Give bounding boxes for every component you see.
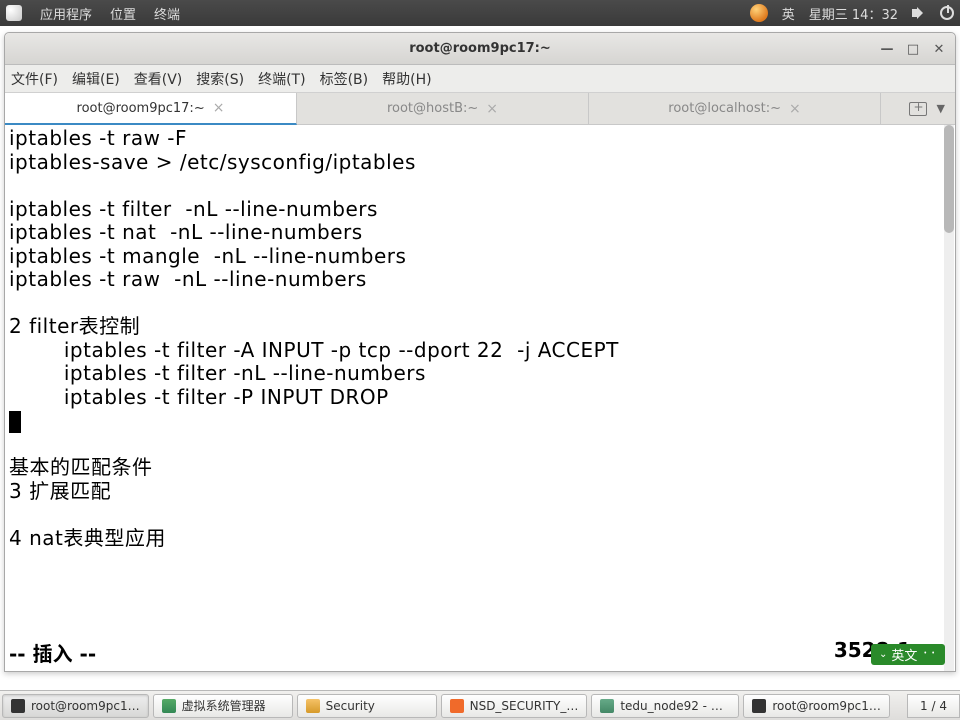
panel-menu-terminal[interactable]: 终端 <box>154 4 180 23</box>
menu-file[interactable]: 文件(F) <box>11 69 58 89</box>
ime-badge[interactable]: ⌄ 英文 ᛫᛫ <box>871 644 945 665</box>
vim-mode: -- 插入 -- <box>9 638 96 667</box>
tab-close-icon[interactable]: × <box>789 101 801 117</box>
tab-dropdown-icon[interactable]: ▼ <box>937 102 945 115</box>
taskbar-item-label: root@room9pc1… <box>772 699 881 713</box>
window-maximize-button[interactable]: □ <box>903 39 923 59</box>
terminal-viewport[interactable]: iptables -t raw -F iptables-save > /etc/… <box>5 125 955 671</box>
menu-view[interactable]: 查看(V) <box>134 69 183 89</box>
window-title: root@room9pc17:~ <box>409 41 551 56</box>
power-icon[interactable] <box>940 6 954 20</box>
tab-localhost[interactable]: root@localhost:~ × <box>589 93 881 124</box>
menu-terminal[interactable]: 终端(T) <box>258 69 305 89</box>
window-minimize-button[interactable]: — <box>877 39 897 59</box>
bottom-taskbar: root@room9pc1… 虚拟系统管理器 Security NSD_SECU… <box>0 690 960 720</box>
scrollbar-thumb[interactable] <box>944 125 954 233</box>
panel-menu-applications[interactable]: 应用程序 <box>40 4 92 23</box>
panel-menu-places[interactable]: 位置 <box>110 4 136 23</box>
notification-icon[interactable] <box>750 4 768 22</box>
cursor <box>9 411 21 433</box>
chevron-down-icon: ⌄ <box>879 649 887 660</box>
tab-close-icon[interactable]: × <box>213 100 225 116</box>
terminal-icon <box>752 699 766 713</box>
tab-close-icon[interactable]: × <box>486 101 498 117</box>
clock[interactable]: 星期三 14：32 <box>809 4 898 23</box>
taskbar-item-label: Security <box>326 699 375 713</box>
menu-help[interactable]: 帮助(H) <box>382 69 431 89</box>
terminal-text-upper: iptables -t raw -F iptables-save > /etc/… <box>9 126 619 409</box>
taskbar-item-label: root@room9pc1… <box>31 699 140 713</box>
volume-icon[interactable] <box>912 7 926 19</box>
taskbar-item-security-folder[interactable]: Security <box>297 694 437 718</box>
taskbar-item-terminal-1[interactable]: root@room9pc1… <box>2 694 149 718</box>
terminal-content[interactable]: iptables -t raw -F iptables-save > /etc/… <box>5 125 955 599</box>
wps-icon <box>450 699 464 713</box>
terminal-text-lower: 基本的匹配条件 3 扩展匹配 4 nat表典型应用 <box>9 455 166 550</box>
terminal-icon <box>11 699 25 713</box>
menu-search[interactable]: 搜索(S) <box>196 69 244 89</box>
workspace-indicator[interactable]: 1 / 4 <box>907 694 960 718</box>
gnome-logo-icon <box>6 5 22 21</box>
taskbar-item-qemu[interactable]: tedu_node92 - Q… <box>591 694 739 718</box>
vim-status-line: -- 插入 -- 3528,1 <box>5 638 955 671</box>
tab-label: root@hostB:~ <box>387 101 478 116</box>
terminal-window: root@room9pc17:~ — □ ✕ 文件(F) 编辑(E) 查看(V)… <box>4 32 956 672</box>
menu-tabs[interactable]: 标签(B) <box>320 69 369 89</box>
tab-label: root@room9pc17:~ <box>77 101 205 116</box>
taskbar-item-label: 虚拟系统管理器 <box>182 697 266 714</box>
tab-bar: root@room9pc17:~ × root@hostB:~ × root@l… <box>5 93 955 125</box>
input-method-indicator[interactable]: 英 <box>782 4 795 23</box>
window-close-button[interactable]: ✕ <box>929 39 949 59</box>
taskbar-item-wps[interactable]: NSD_SECURITY_… <box>441 694 588 718</box>
virt-manager-icon <box>162 699 176 713</box>
menubar: 文件(F) 编辑(E) 查看(V) 搜索(S) 终端(T) 标签(B) 帮助(H… <box>5 65 955 93</box>
taskbar-item-label: NSD_SECURITY_… <box>470 699 579 713</box>
taskbar-item-label: tedu_node92 - Q… <box>620 699 730 713</box>
new-tab-icon[interactable] <box>909 102 927 116</box>
ime-label: 英文 <box>891 645 917 664</box>
qemu-icon <box>600 699 614 713</box>
window-titlebar[interactable]: root@room9pc17:~ — □ ✕ <box>5 33 955 65</box>
system-top-panel: 应用程序 位置 终端 英 星期三 14：32 <box>0 0 960 26</box>
tab-hostb[interactable]: root@hostB:~ × <box>297 93 589 124</box>
ime-dots-icon: ᛫᛫ <box>921 647 937 662</box>
tab-room9pc17[interactable]: root@room9pc17:~ × <box>5 93 297 125</box>
folder-icon <box>306 699 320 713</box>
taskbar-item-virt-manager[interactable]: 虚拟系统管理器 <box>153 694 293 718</box>
tab-label: root@localhost:~ <box>668 101 781 116</box>
taskbar-item-terminal-2[interactable]: root@room9pc1… <box>743 694 890 718</box>
menu-edit[interactable]: 编辑(E) <box>72 69 120 89</box>
